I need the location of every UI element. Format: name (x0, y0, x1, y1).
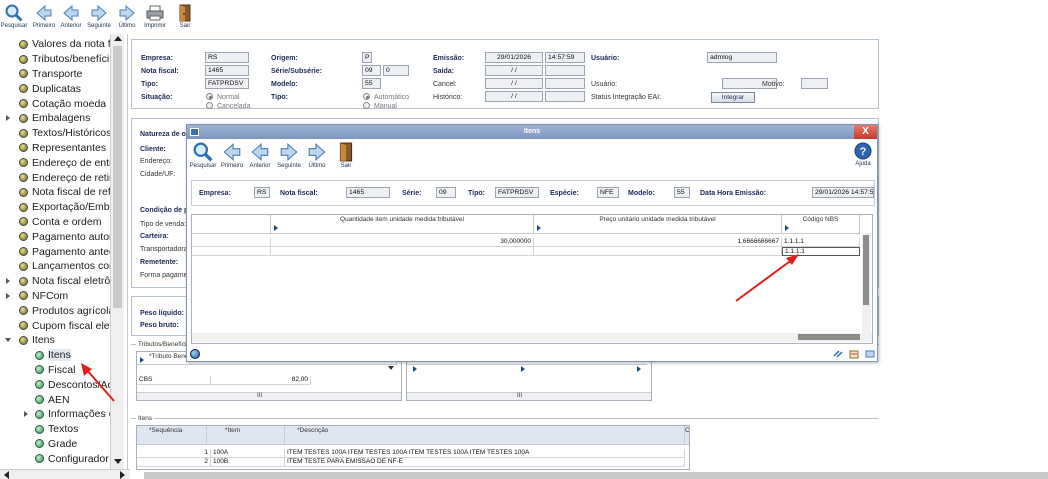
annotation-overlay (81, 254, 799, 402)
annotation-arrow-tree (81, 363, 115, 402)
annotation-arrow-dialog (735, 254, 799, 302)
